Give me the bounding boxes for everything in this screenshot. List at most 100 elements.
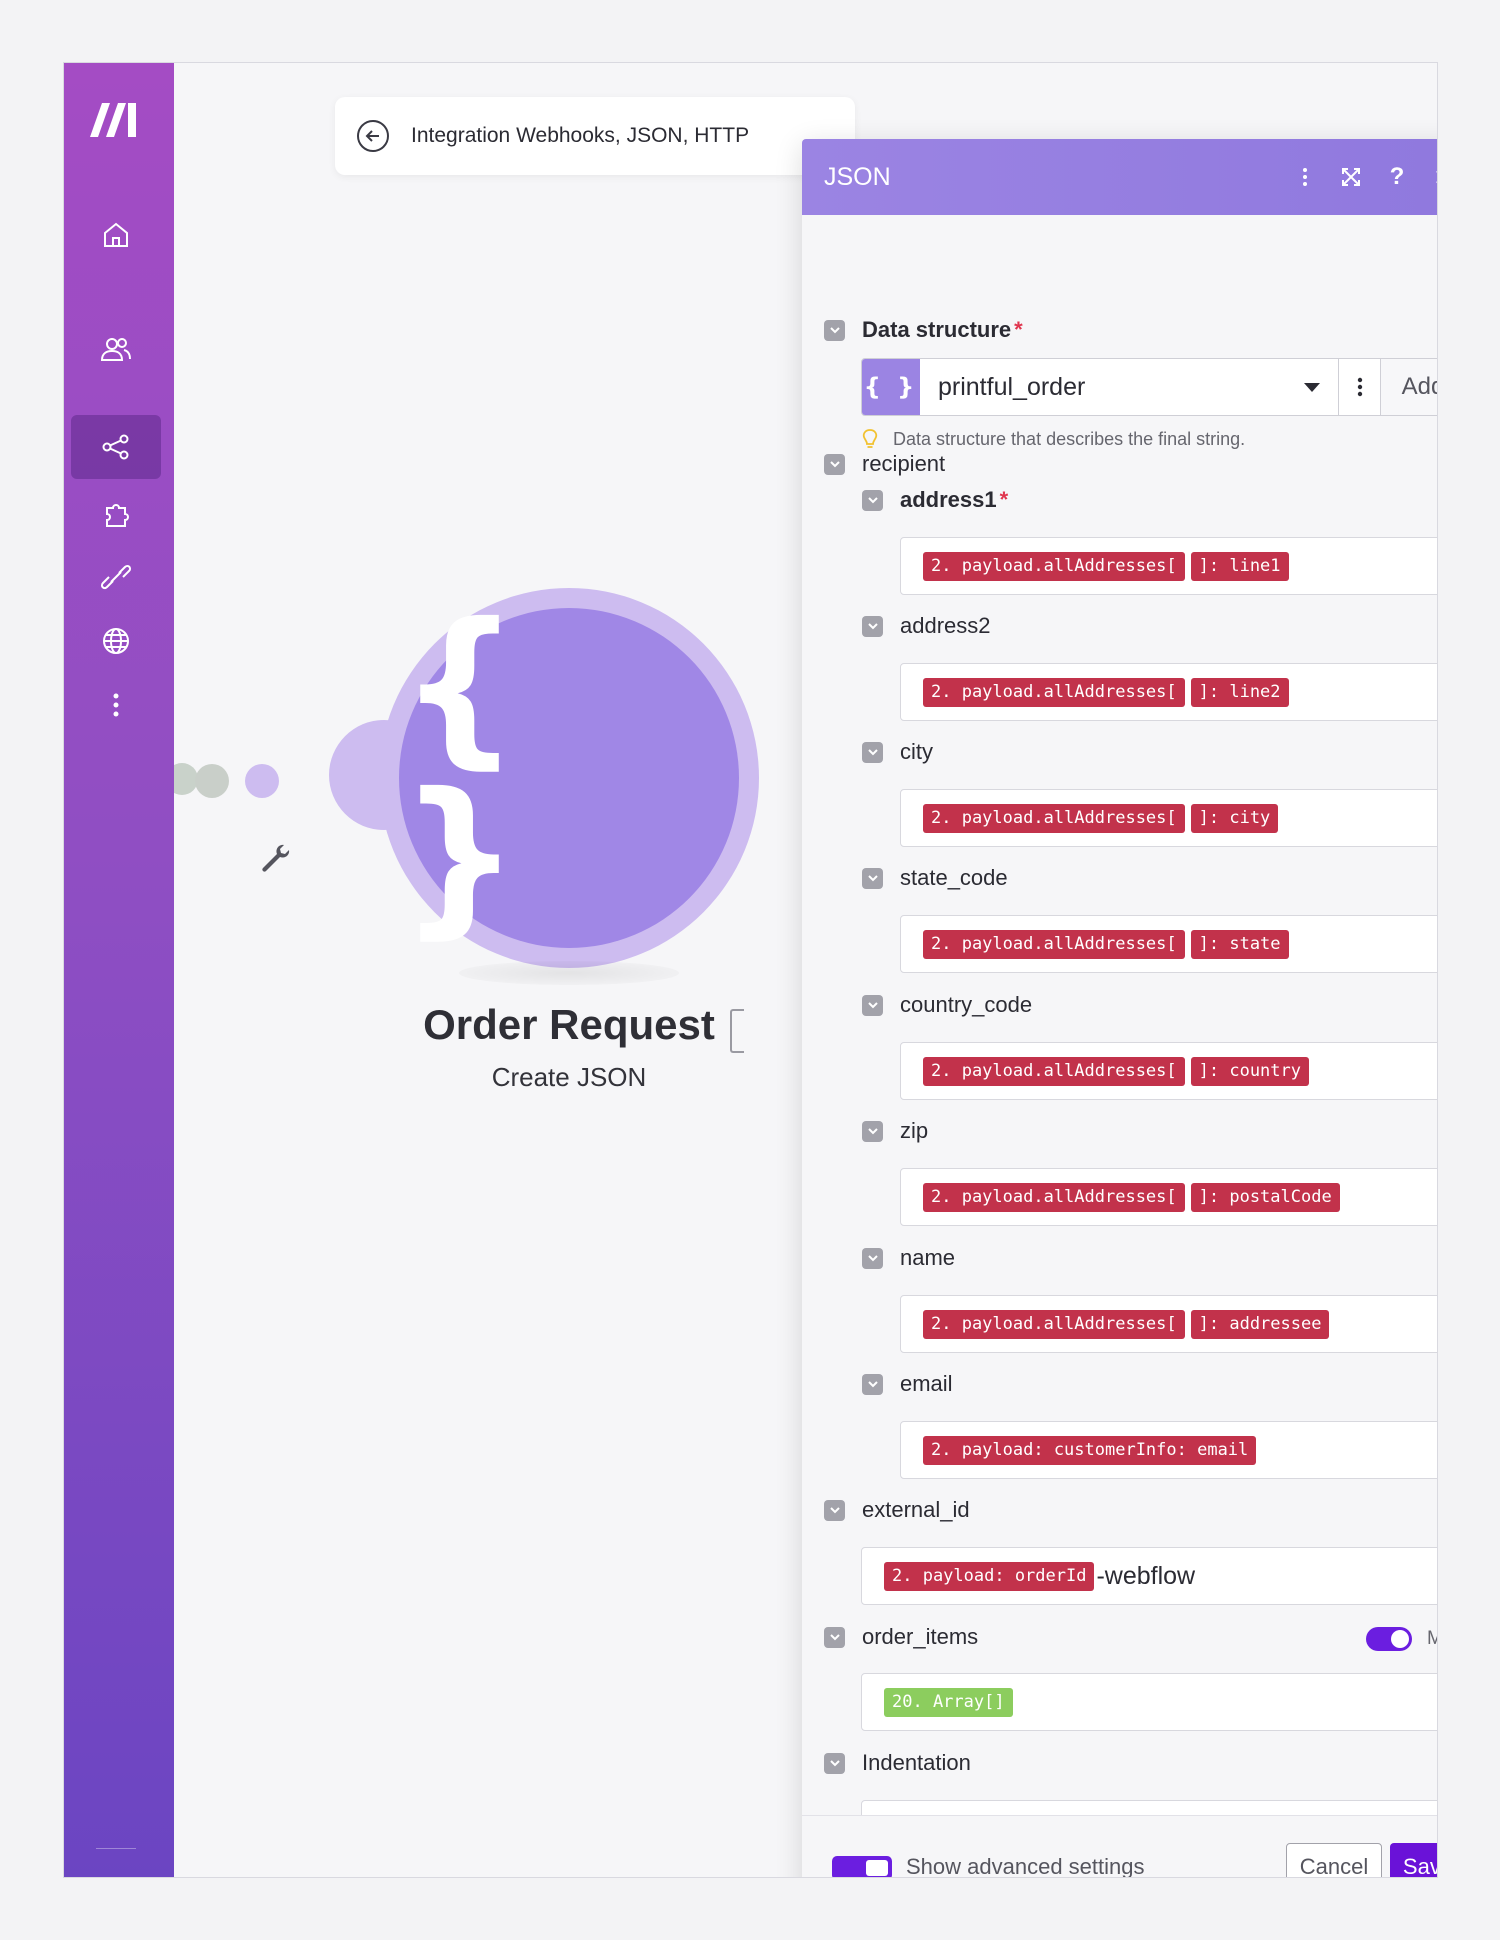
order-items-input[interactable]: 20. Array[] bbox=[861, 1673, 1437, 1731]
collapse-checkbox[interactable] bbox=[862, 1247, 883, 1269]
address1-input[interactable]: 2. payload.allAddresses[ ]: line1 bbox=[900, 537, 1437, 595]
back-button[interactable] bbox=[357, 120, 389, 152]
collapse-checkbox[interactable] bbox=[824, 1752, 845, 1774]
sidebar-item-more[interactable] bbox=[71, 673, 161, 737]
recipient-label: recipient bbox=[862, 451, 946, 476]
mapped-token[interactable]: ]: state bbox=[1190, 929, 1289, 959]
collapse-checkbox[interactable] bbox=[862, 741, 883, 763]
mapped-token[interactable]: 2. payload.allAddresses[ bbox=[923, 1182, 1185, 1212]
address2-input[interactable]: 2. payload.allAddresses[ ]: line2 bbox=[900, 663, 1437, 721]
chevron-down-icon bbox=[867, 1002, 878, 1009]
close-icon bbox=[1436, 171, 1437, 183]
country-code-input[interactable]: 2. payload.allAddresses[ ]: country bbox=[900, 1042, 1437, 1100]
add-data-structure-button[interactable]: Add bbox=[1381, 359, 1437, 415]
connection-dot bbox=[195, 764, 229, 798]
mapped-array-token[interactable]: 20. Array[] bbox=[884, 1687, 1013, 1717]
field-label: email bbox=[900, 1371, 953, 1396]
collapse-checkbox[interactable] bbox=[824, 1499, 845, 1521]
connections-icon bbox=[100, 564, 132, 590]
mapped-token[interactable]: 2. payload.allAddresses[ bbox=[923, 1056, 1185, 1086]
sidebar-item-team[interactable] bbox=[71, 317, 161, 381]
name-input[interactable]: 2. payload.allAddresses[ ]: addressee bbox=[900, 1295, 1437, 1353]
recipient-row: recipient bbox=[824, 451, 945, 477]
field-label: external_id bbox=[862, 1497, 970, 1522]
collapse-checkbox[interactable] bbox=[824, 1626, 845, 1648]
collapse-checkbox[interactable] bbox=[862, 1120, 883, 1142]
json-braces-icon: { } bbox=[399, 587, 539, 955]
mapped-token[interactable]: ]: line1 bbox=[1190, 551, 1289, 581]
app-window: Integration Webhooks, JSON, HTTP { } Ord… bbox=[63, 62, 1438, 1878]
scenario-header: Integration Webhooks, JSON, HTTP bbox=[335, 97, 855, 175]
module-name[interactable]: Order Request bbox=[394, 1001, 744, 1049]
json-module[interactable]: { } bbox=[399, 601, 739, 948]
scenario-title[interactable]: Integration Webhooks, JSON, HTTP bbox=[411, 124, 749, 148]
field-label: state_code bbox=[900, 865, 1008, 890]
sidebar-item-home[interactable] bbox=[71, 203, 161, 267]
cancel-button[interactable]: Cancel bbox=[1286, 1843, 1382, 1877]
mapped-token[interactable]: ]: addressee bbox=[1190, 1309, 1330, 1339]
mapped-token[interactable]: 2. payload.allAddresses[ bbox=[923, 803, 1185, 833]
chevron-down-icon bbox=[829, 1507, 840, 1514]
field-label: country_code bbox=[900, 992, 1033, 1017]
mapped-token[interactable]: ]: country bbox=[1190, 1056, 1309, 1086]
mapped-token[interactable]: 2. payload: orderId bbox=[884, 1561, 1095, 1591]
panel-header: JSON ? bbox=[802, 139, 1437, 215]
collapse-checkbox[interactable] bbox=[862, 489, 883, 511]
collapse-checkbox[interactable] bbox=[824, 453, 845, 475]
chevron-down-icon bbox=[867, 1128, 878, 1135]
collapse-checkbox[interactable] bbox=[862, 994, 883, 1016]
mapped-token[interactable]: ]: line2 bbox=[1190, 677, 1289, 707]
chevron-down-icon bbox=[829, 327, 840, 334]
sidebar bbox=[64, 63, 174, 1877]
mapped-token[interactable]: 2. payload: customerInfo: email bbox=[923, 1435, 1257, 1465]
expand-button[interactable] bbox=[1328, 154, 1374, 200]
scenarios-icon bbox=[102, 434, 129, 460]
json-braces-icon: { } bbox=[862, 359, 920, 415]
lightbulb-icon bbox=[862, 429, 878, 448]
zip-input[interactable]: 2. payload.allAddresses[ ]: postalCode bbox=[900, 1168, 1437, 1226]
globe-icon bbox=[103, 628, 129, 654]
email-input[interactable]: 2. payload: customerInfo: email bbox=[900, 1421, 1437, 1479]
mapped-token[interactable]: 2. payload.allAddresses[ bbox=[923, 929, 1185, 959]
advanced-settings-toggle[interactable] bbox=[832, 1856, 892, 1877]
required-mark: * bbox=[999, 487, 1009, 512]
mapped-token[interactable]: 2. payload.allAddresses[ bbox=[923, 677, 1185, 707]
mapped-token[interactable]: 2. payload.allAddresses[ bbox=[923, 551, 1185, 581]
panel-menu-button[interactable] bbox=[1282, 154, 1328, 200]
city-input[interactable]: 2. payload.allAddresses[ ]: city bbox=[900, 789, 1437, 847]
mapped-token[interactable]: ]: city bbox=[1190, 803, 1279, 833]
module-shadow bbox=[459, 961, 679, 985]
panel-body: Data structure * { } printful_order Ad d bbox=[802, 215, 1437, 1858]
collapse-checkbox[interactable] bbox=[824, 319, 845, 341]
chevron-down-icon bbox=[829, 461, 840, 468]
save-button[interactable]: Save bbox=[1390, 1843, 1437, 1877]
sidebar-item-webhooks[interactable] bbox=[71, 609, 161, 673]
data-structure-select[interactable]: printful_order bbox=[920, 359, 1339, 415]
mapped-token[interactable]: ]: postalCode bbox=[1190, 1182, 1340, 1212]
data-structure-menu-button[interactable] bbox=[1339, 359, 1381, 415]
sidebar-item-apps[interactable] bbox=[71, 481, 161, 545]
collapse-checkbox[interactable] bbox=[862, 1373, 883, 1395]
advanced-settings-label[interactable]: Show advanced settings bbox=[906, 1854, 1145, 1877]
sidebar-divider bbox=[96, 1848, 136, 1849]
close-button[interactable] bbox=[1420, 154, 1437, 200]
chevron-down-icon bbox=[867, 1381, 878, 1388]
collapse-checkbox[interactable] bbox=[862, 615, 883, 637]
zip-row: zip bbox=[862, 1118, 928, 1144]
external-id-input[interactable]: 2. payload: orderId -webflow bbox=[861, 1547, 1437, 1605]
make-logo-icon[interactable] bbox=[86, 97, 144, 141]
mapped-token[interactable]: 2. payload.allAddresses[ bbox=[923, 1309, 1185, 1339]
collapse-checkbox[interactable] bbox=[862, 867, 883, 889]
map-toggle[interactable] bbox=[1366, 1627, 1412, 1651]
home-icon bbox=[104, 222, 128, 247]
sidebar-item-scenarios[interactable] bbox=[71, 415, 161, 479]
data-structure-control: { } printful_order Add bbox=[861, 358, 1437, 416]
help-button[interactable]: ? bbox=[1374, 154, 1420, 200]
field-label: address1 bbox=[900, 487, 997, 512]
module-id-badge[interactable] bbox=[730, 1009, 744, 1053]
wrench-icon[interactable] bbox=[258, 841, 294, 877]
sidebar-item-connections[interactable] bbox=[71, 545, 161, 609]
state-code-input[interactable]: 2. payload.allAddresses[ ]: state bbox=[900, 915, 1437, 973]
chevron-down-icon bbox=[867, 749, 878, 756]
email-row: email bbox=[862, 1371, 953, 1397]
